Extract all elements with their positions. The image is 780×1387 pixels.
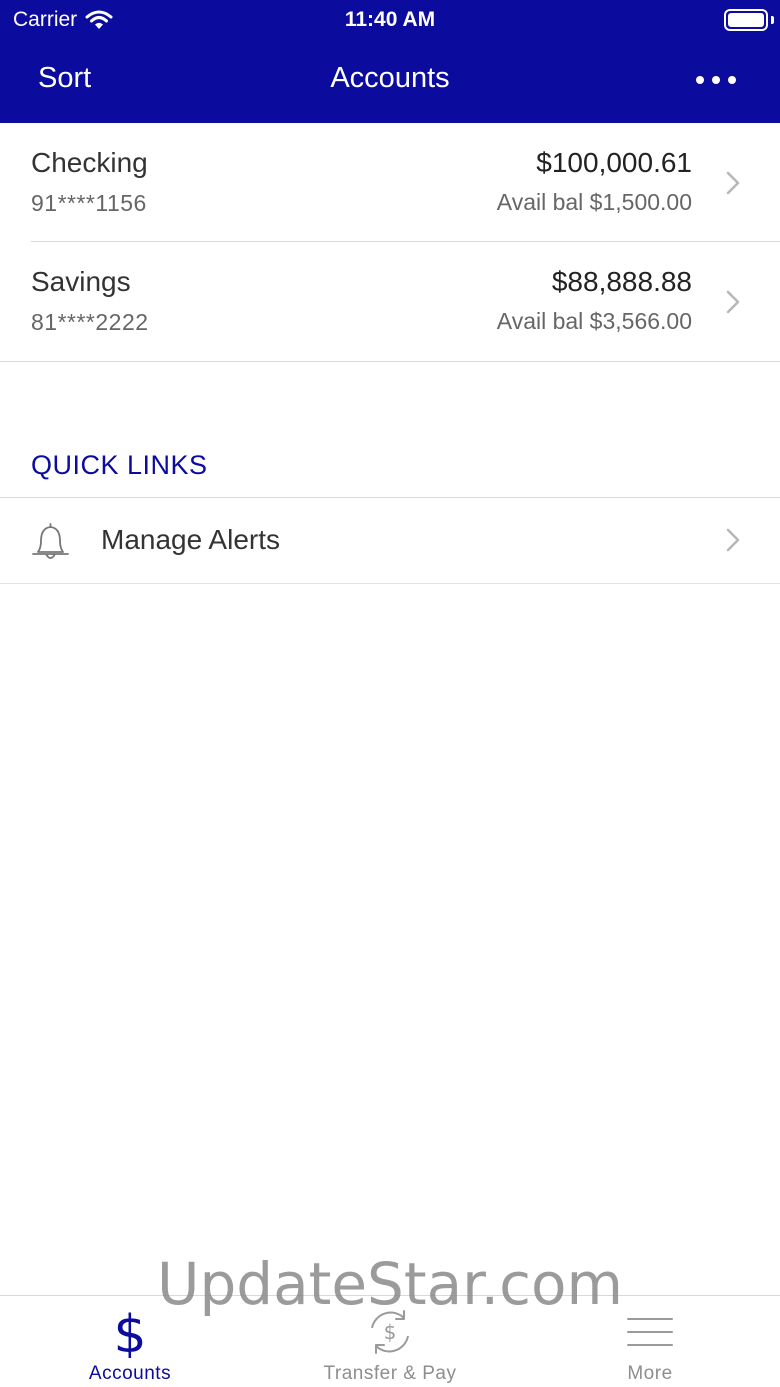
account-balance: $100,000.61 [536, 147, 692, 178]
chevron-right-icon [726, 290, 740, 314]
account-row-savings[interactable]: Savings 81****2222 $88,888.88 Avail bal … [0, 242, 780, 362]
account-number: 81****2222 [31, 309, 149, 335]
quick-links-heading: QUICK LINKS [31, 450, 208, 480]
chevron-right-icon [726, 171, 740, 195]
menu-icon [627, 1318, 673, 1346]
more-options-icon[interactable] [696, 74, 736, 86]
dollar-icon: $ [113, 1306, 146, 1358]
tab-label: Accounts [88, 1363, 172, 1384]
available-balance: Avail bal $1,500.00 [496, 189, 692, 215]
battery-nub [771, 16, 774, 24]
account-row-checking[interactable]: Checking 91****1156 $100,000.61 Avail ba… [0, 123, 780, 243]
tab-bar: $ Accounts $ Transfer & Pay More [0, 1295, 780, 1387]
svg-text:$: $ [113, 1306, 146, 1358]
page-title: Accounts [330, 62, 450, 94]
transfer-icon: $ [371, 1310, 409, 1354]
tab-transfer-pay[interactable]: $ Transfer & Pay [260, 1296, 520, 1387]
quick-link-label: Manage Alerts [101, 524, 280, 555]
sort-button[interactable]: Sort [38, 62, 91, 95]
svg-text:$: $ [384, 1320, 397, 1344]
available-balance: Avail bal $3,566.00 [496, 308, 692, 334]
quick-link-manage-alerts[interactable]: Manage Alerts [0, 498, 780, 583]
bell-icon [32, 523, 69, 559]
tab-label: More [627, 1363, 673, 1384]
account-name: Checking [31, 147, 148, 178]
account-number: 91****1156 [31, 190, 147, 216]
tab-label: Transfer & Pay [323, 1363, 457, 1384]
account-balance: $88,888.88 [551, 266, 692, 297]
nav-bar: Sort Accounts [0, 40, 780, 123]
header: Carrier 11:40 AM Sort Accounts [0, 0, 780, 123]
status-bar: Carrier 11:40 AM [0, 0, 780, 40]
divider [0, 583, 780, 584]
tab-more[interactable]: More [520, 1296, 780, 1387]
account-name: Savings [31, 266, 131, 297]
clock: 11:40 AM [344, 8, 436, 31]
chevron-right-icon [726, 528, 740, 552]
battery-icon [724, 9, 768, 31]
tab-accounts[interactable]: $ Accounts [0, 1296, 260, 1387]
divider [0, 361, 780, 362]
